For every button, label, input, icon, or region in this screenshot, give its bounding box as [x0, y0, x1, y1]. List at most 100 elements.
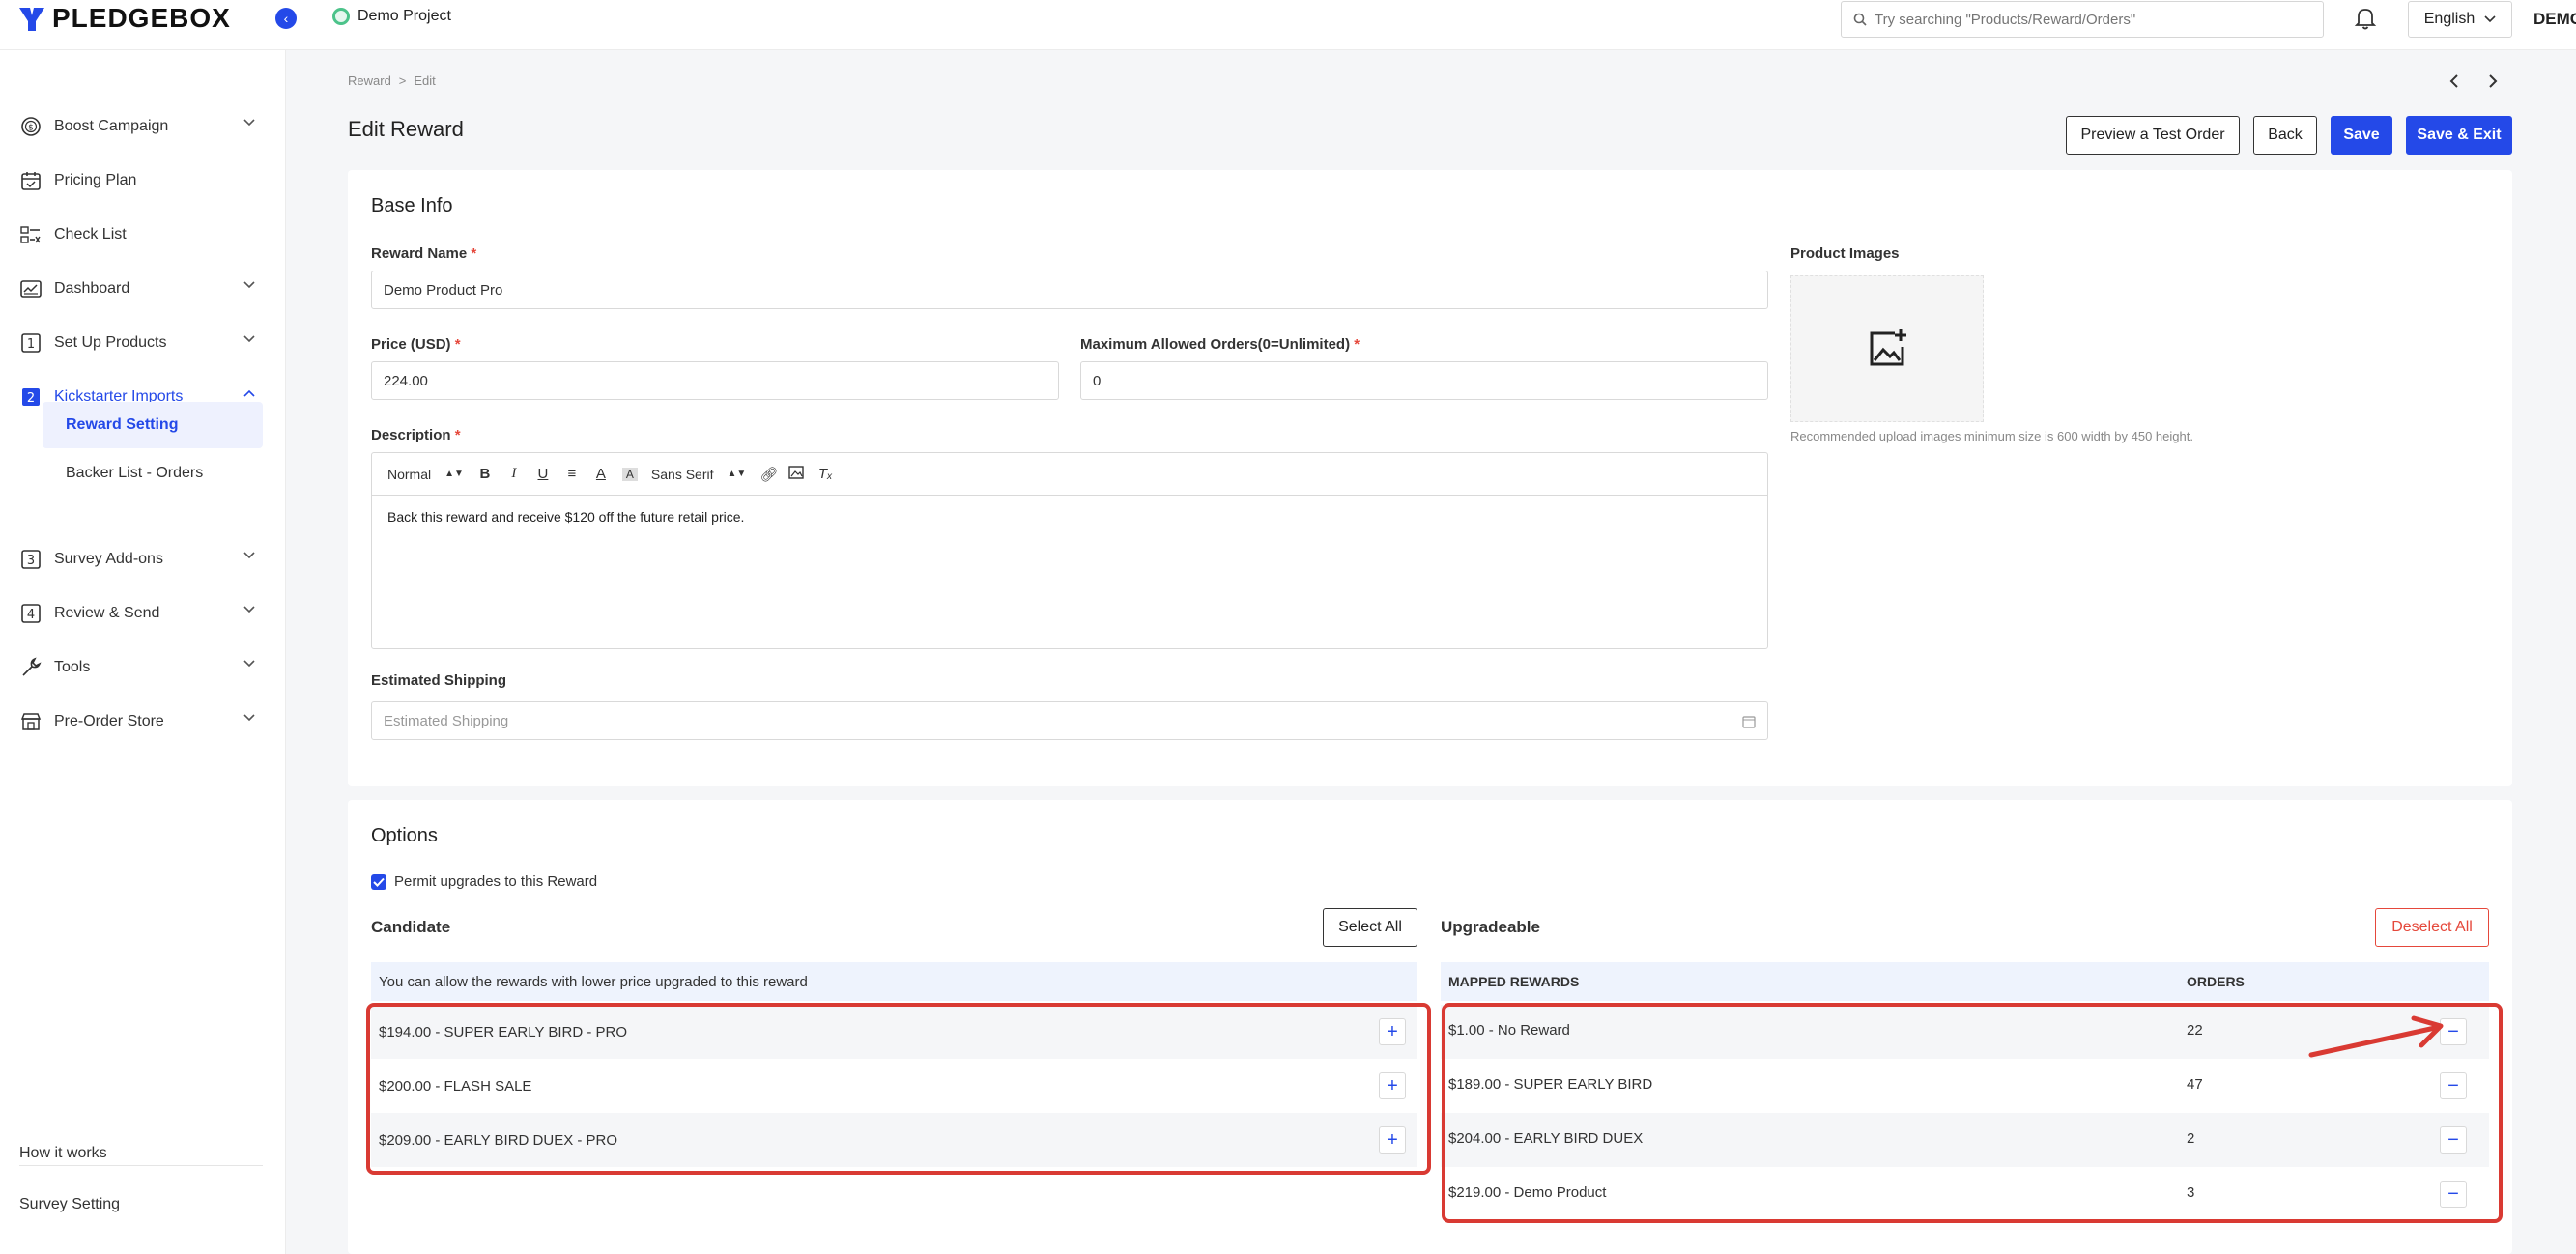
sidebar-subitem-backer-list[interactable]: Backer List - Orders	[43, 450, 263, 497]
candidate-row: $200.00 - FLASH SALE +	[371, 1059, 1417, 1113]
sidebar-item-label: Survey Add-ons	[54, 551, 163, 567]
description-editor[interactable]: Normal ▲▼ B I U ≡ A A Sans Serif ▲▼ 🔗︎ T…	[371, 452, 1768, 649]
language-label: English	[2423, 11, 2476, 27]
svg-text:4: 4	[27, 608, 35, 622]
sidebar-subitem-reward-setting[interactable]: Reward Setting	[43, 402, 263, 448]
description-text[interactable]: Back this reward and receive $120 off th…	[372, 496, 1767, 538]
chevron-down-icon	[243, 660, 255, 668]
max-orders-input[interactable]: 0	[1080, 361, 1768, 400]
sidebar-item-set-up-products[interactable]: 1 Set Up Products	[0, 324, 286, 362]
text-color-icon[interactable]: A	[593, 466, 609, 482]
sidebar-item-tools[interactable]: Tools	[0, 648, 286, 687]
project-name: Demo Project	[358, 8, 451, 24]
wrench-icon	[19, 656, 43, 679]
sidebar-item-label: Review & Send	[54, 605, 160, 621]
permit-upgrades-checkbox[interactable]	[371, 874, 386, 890]
select-all-button[interactable]: Select All	[1323, 908, 1417, 947]
back-button[interactable]: Back	[2253, 116, 2317, 155]
language-selector[interactable]: English	[2408, 1, 2512, 38]
font-select[interactable]: Sans Serif ▲▼	[651, 467, 746, 482]
top-bar: PLEDGEBOX ‹ Demo Project English DEMO	[0, 0, 2576, 50]
description-label: Description *	[371, 427, 461, 443]
save-button[interactable]: Save	[2331, 116, 2392, 155]
collapse-sidebar-button[interactable]: ‹	[275, 8, 297, 29]
bold-icon[interactable]: B	[477, 466, 493, 482]
candidate-label: $209.00 - EARLY BIRD DUEX - PRO	[379, 1131, 618, 1149]
survey-setting-link[interactable]: Survey Setting	[19, 1196, 120, 1213]
project-selector[interactable]: Demo Project	[332, 8, 451, 25]
mapped-reward: $189.00 - SUPER EARLY BIRD	[1448, 1076, 1653, 1093]
add-candidate-button[interactable]: +	[1379, 1018, 1406, 1045]
preview-test-order-button[interactable]: Preview a Test Order	[2066, 116, 2240, 155]
sort-arrows-icon: ▲▼	[727, 469, 747, 479]
reward-name-label: Reward Name *	[371, 245, 477, 262]
align-icon[interactable]: ≡	[564, 466, 580, 482]
remove-mapped-button[interactable]: −	[2440, 1126, 2467, 1154]
remove-mapped-button[interactable]: −	[2440, 1072, 2467, 1099]
global-search[interactable]	[1841, 1, 2324, 38]
deselect-all-button[interactable]: Deselect All	[2375, 908, 2489, 947]
estimated-shipping-placeholder: Estimated Shipping	[384, 712, 509, 729]
remove-mapped-button[interactable]: −	[2440, 1181, 2467, 1208]
italic-icon[interactable]: I	[506, 466, 522, 482]
breadcrumb-separator: >	[398, 73, 407, 88]
sidebar-item-label: Pricing Plan	[54, 172, 137, 188]
page-title: Edit Reward	[348, 117, 464, 141]
sidebar: $ Boost Campaign Pricing Plan Check List…	[0, 50, 286, 1254]
candidate-label: $200.00 - FLASH SALE	[379, 1077, 532, 1095]
reward-name-input[interactable]: Demo Product Pro	[371, 271, 1768, 309]
sidebar-item-survey-add-ons[interactable]: 3 Survey Add-ons	[0, 540, 286, 579]
link-icon[interactable]: 🔗︎	[759, 466, 778, 483]
chevron-down-icon	[243, 335, 255, 343]
svg-text:1: 1	[27, 337, 35, 352]
sidebar-item-pre-order-store[interactable]: Pre-Order Store	[0, 702, 286, 741]
sidebar-item-review-send[interactable]: 4 Review & Send	[0, 594, 286, 633]
mapped-reward: $219.00 - Demo Product	[1448, 1184, 1607, 1201]
heading-select[interactable]: Normal ▲▼	[387, 467, 464, 482]
svg-text:2: 2	[27, 391, 35, 406]
editor-toolbar: Normal ▲▼ B I U ≡ A A Sans Serif ▲▼ 🔗︎ T…	[372, 453, 1767, 496]
sidebar-item-label: Tools	[54, 659, 91, 675]
image-icon[interactable]	[788, 465, 805, 483]
mapped-table-header: MAPPED REWARDS ORDERS	[1441, 962, 2489, 1001]
checklist-icon	[19, 223, 43, 246]
chevron-down-icon	[243, 119, 255, 127]
add-candidate-button[interactable]: +	[1379, 1072, 1406, 1099]
clear-format-icon[interactable]: Tₓ	[817, 466, 833, 482]
checkmark-icon	[373, 877, 385, 887]
breadcrumb-current: Edit	[414, 73, 436, 88]
chevron-down-icon	[243, 281, 255, 289]
background-color-icon[interactable]: A	[621, 467, 638, 481]
save-exit-button[interactable]: Save & Exit	[2406, 116, 2512, 155]
sidebar-item-label: Pre-Order Store	[54, 713, 164, 729]
how-it-works-link[interactable]: How it works	[19, 1145, 107, 1162]
image-upload-box[interactable]	[1790, 275, 1984, 422]
permit-upgrades-label[interactable]: Permit upgrades to this Reward	[394, 873, 597, 890]
options-card: Options Permit upgrades to this Reward C…	[348, 800, 2512, 1254]
logo-text: PLEDGEBOX	[52, 3, 231, 33]
estimated-shipping-input[interactable]: Estimated Shipping	[371, 701, 1768, 740]
table-row: $204.00 - EARLY BIRD DUEX 2 −	[1441, 1113, 2489, 1167]
sidebar-item-boost-campaign[interactable]: $ Boost Campaign	[0, 107, 286, 146]
col-mapped-rewards: MAPPED REWARDS	[1448, 974, 1580, 989]
user-menu[interactable]: DEMO	[2533, 10, 2576, 29]
plus-icon: +	[1387, 1128, 1398, 1151]
logo[interactable]: PLEDGEBOX	[17, 2, 231, 35]
sidebar-item-check-list[interactable]: Check List	[0, 215, 286, 254]
underline-icon[interactable]: U	[535, 466, 551, 482]
max-orders-label: Maximum Allowed Orders(0=Unlimited) *	[1080, 336, 1360, 353]
search-input[interactable]	[1875, 11, 2300, 28]
options-title: Options	[371, 825, 438, 846]
sidebar-item-label: Check List	[54, 226, 127, 242]
next-page-button[interactable]	[2481, 70, 2504, 93]
price-input[interactable]: 224.00	[371, 361, 1059, 400]
sidebar-item-dashboard[interactable]: Dashboard	[0, 270, 286, 308]
svg-text:$: $	[28, 124, 34, 133]
previous-page-button[interactable]	[2443, 70, 2466, 93]
sidebar-item-pricing-plan[interactable]: Pricing Plan	[0, 161, 286, 200]
add-candidate-button[interactable]: +	[1379, 1126, 1406, 1154]
sidebar-item-label: Boost Campaign	[54, 118, 169, 134]
project-status-icon	[332, 8, 350, 25]
notifications-button[interactable]	[2354, 6, 2377, 36]
breadcrumb-root[interactable]: Reward	[348, 73, 391, 88]
